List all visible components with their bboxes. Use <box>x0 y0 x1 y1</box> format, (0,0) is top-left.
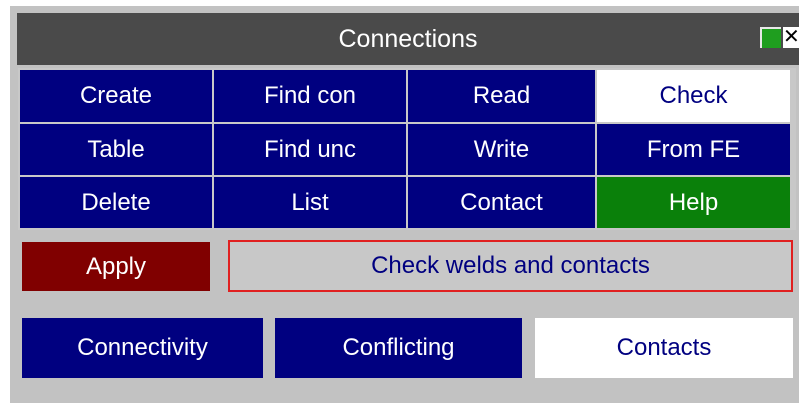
delete-button[interactable]: Delete <box>20 177 212 228</box>
table-button[interactable]: Table <box>20 124 212 175</box>
function-button-grid: Create Find con Read Check Table Find un… <box>18 68 796 230</box>
tab-connectivity[interactable]: Connectivity <box>22 318 263 378</box>
tab-conflicting[interactable]: Conflicting <box>275 318 522 378</box>
help-button[interactable]: Help <box>597 177 790 228</box>
connections-window: Connections ✕ Create Find con Read Check… <box>10 6 799 403</box>
check-button[interactable]: Check <box>597 70 790 122</box>
close-icon[interactable]: ✕ <box>783 27 799 48</box>
operation-description: Check welds and contacts <box>228 240 793 292</box>
tab-contacts[interactable]: Contacts <box>535 318 793 378</box>
find-con-button[interactable]: Find con <box>214 70 406 122</box>
write-button[interactable]: Write <box>408 124 595 175</box>
title-bar[interactable]: Connections ✕ <box>17 13 799 65</box>
create-button[interactable]: Create <box>20 70 212 122</box>
window-title: Connections <box>338 25 478 53</box>
find-unc-button[interactable]: Find unc <box>214 124 406 175</box>
from-fe-button[interactable]: From FE <box>597 124 790 175</box>
list-button[interactable]: List <box>214 177 406 228</box>
read-button[interactable]: Read <box>408 70 595 122</box>
apply-button[interactable]: Apply <box>22 242 210 291</box>
green-square-icon[interactable] <box>760 27 781 48</box>
contact-button[interactable]: Contact <box>408 177 595 228</box>
